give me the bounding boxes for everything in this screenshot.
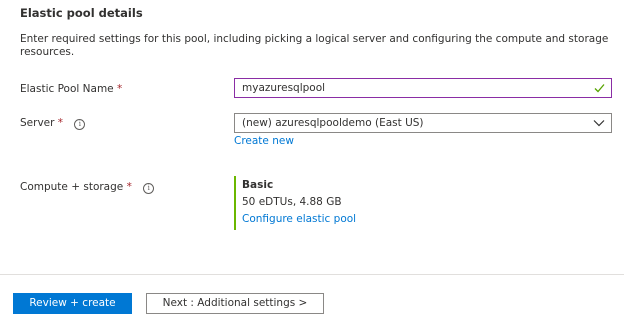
configure-elastic-pool-link[interactable]: Configure elastic pool (242, 212, 356, 226)
required-marker: * (116, 83, 123, 95)
review-create-button[interactable]: Review + create (13, 293, 132, 314)
create-new-server-link[interactable]: Create new (234, 134, 294, 148)
chevron-down-icon (593, 120, 605, 127)
server-label: Server * i (20, 116, 86, 130)
server-label-text: Server (20, 117, 55, 129)
section-title: Elastic pool details (20, 6, 143, 20)
pool-name-input[interactable]: myazuresqlpool (234, 78, 612, 98)
server-selected-value: (new) azuresqlpooldemo (East US) (242, 117, 424, 129)
section-description: Enter required settings for this pool, i… (20, 33, 609, 58)
pool-name-label-text: Elastic Pool Name (20, 83, 114, 95)
checkmark-icon (594, 84, 605, 93)
required-marker: * (57, 117, 64, 129)
compute-storage-summary: Basic 50 eDTUs, 4.88 GB Configure elasti… (234, 176, 356, 230)
pool-name-value: myazuresqlpool (242, 82, 326, 94)
pricing-tier: Basic (242, 179, 274, 191)
next-additional-settings-button[interactable]: Next : Additional settings > (146, 293, 324, 314)
required-marker: * (126, 181, 132, 193)
info-icon[interactable]: i (143, 183, 155, 194)
elastic-pool-form: Elastic pool details Enter required sett… (0, 0, 624, 323)
compute-storage-label: Compute + storage * i (20, 180, 155, 194)
tier-detail: 50 eDTUs, 4.88 GB (242, 196, 342, 208)
footer-divider (0, 274, 624, 275)
info-icon[interactable]: i (74, 119, 86, 130)
compute-storage-label-text: Compute + storage (20, 181, 124, 193)
server-select[interactable]: (new) azuresqlpooldemo (East US) (234, 113, 612, 133)
pool-name-label: Elastic Pool Name * (20, 82, 122, 96)
